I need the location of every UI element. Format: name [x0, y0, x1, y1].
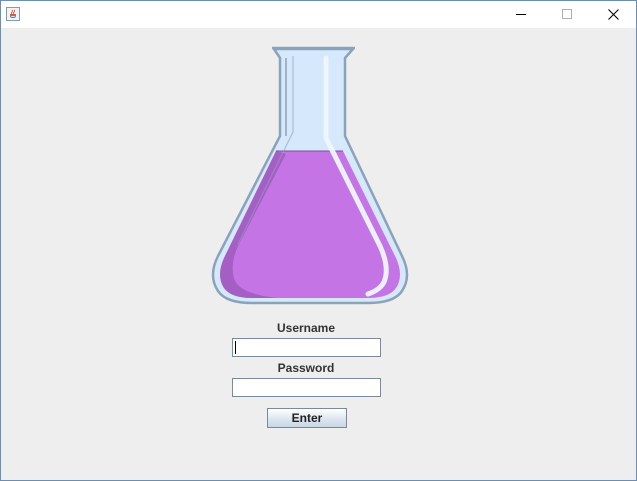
minimize-button[interactable]	[498, 1, 544, 28]
maximize-icon	[562, 9, 572, 19]
password-input[interactable]	[232, 378, 381, 397]
text-caret	[235, 341, 236, 354]
password-label: Password	[277, 361, 335, 375]
maximize-button[interactable]	[544, 1, 590, 28]
close-button[interactable]	[590, 1, 636, 28]
close-icon	[608, 9, 619, 20]
username-input[interactable]	[232, 338, 381, 357]
flask-icon	[211, 46, 409, 305]
enter-button[interactable]: Enter	[267, 408, 347, 428]
app-window: Username Password Enter	[0, 0, 637, 481]
minimize-icon	[516, 14, 526, 15]
title-bar[interactable]	[1, 1, 636, 28]
java-app-icon[interactable]	[6, 7, 20, 21]
username-label: Username	[276, 321, 336, 335]
login-panel: Username Password Enter	[1, 28, 636, 480]
